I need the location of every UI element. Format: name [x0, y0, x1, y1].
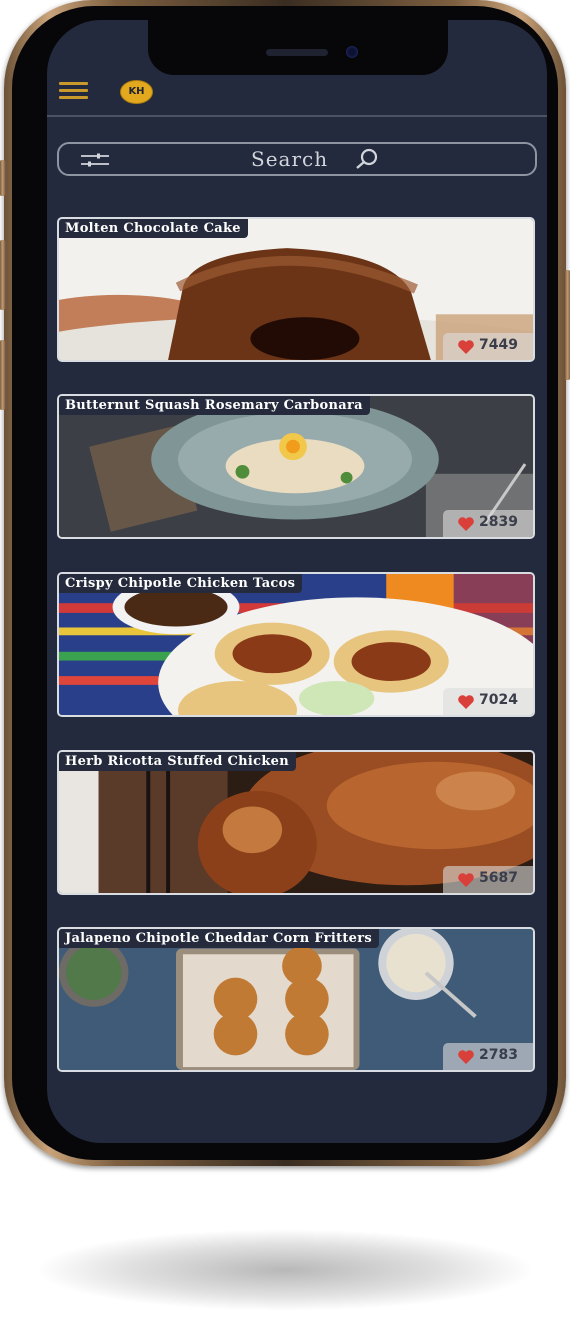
magnifier-icon[interactable] — [354, 148, 380, 170]
volume-down-button — [0, 340, 6, 410]
search-bar[interactable]: Search — [57, 142, 537, 176]
like-badge[interactable]: 2839 — [443, 510, 533, 537]
hamburger-menu-icon[interactable] — [59, 82, 88, 100]
notch — [148, 20, 448, 75]
like-count: 2783 — [479, 1047, 518, 1063]
heart-icon[interactable] — [457, 694, 475, 710]
like-badge[interactable]: 7449 — [443, 333, 533, 360]
heart-icon[interactable] — [457, 516, 475, 532]
header-divider — [47, 115, 547, 117]
recipe-card[interactable]: Crispy Chipotle Chicken Tacos 7024 — [57, 572, 535, 717]
search-label: Search — [251, 147, 329, 171]
side-button — [0, 160, 6, 196]
recipe-card[interactable]: Herb Ricotta Stuffed Chicken 5687 — [57, 750, 535, 895]
recipe-card[interactable]: Jalapeno Chipotle Cheddar Corn Fritters … — [57, 927, 535, 1072]
like-badge[interactable]: 2783 — [443, 1043, 533, 1070]
front-camera — [346, 46, 358, 58]
recipe-title: Molten Chocolate Cake — [59, 219, 248, 238]
recipe-title: Butternut Squash Rosemary Carbonara — [59, 396, 370, 415]
recipe-title: Herb Ricotta Stuffed Chicken — [59, 752, 297, 771]
heart-icon[interactable] — [457, 339, 475, 355]
power-button — [564, 270, 570, 380]
avatar[interactable]: KH — [120, 80, 153, 104]
phone-body: KH Search Molten Chocolate Cake 7449 But… — [12, 6, 558, 1160]
like-badge[interactable]: 5687 — [443, 866, 533, 893]
device-shadow — [40, 1230, 530, 1310]
heart-icon[interactable] — [457, 1049, 475, 1065]
heart-icon[interactable] — [457, 872, 475, 888]
like-count: 7024 — [479, 692, 518, 708]
recipe-card[interactable]: Butternut Squash Rosemary Carbonara 2839 — [57, 394, 535, 539]
phone-frame: KH Search Molten Chocolate Cake 7449 But… — [0, 0, 570, 1166]
volume-up-button — [0, 240, 6, 310]
like-count: 2839 — [479, 514, 518, 530]
speaker — [266, 49, 328, 56]
like-badge[interactable]: 7024 — [443, 688, 533, 715]
recipe-title: Crispy Chipotle Chicken Tacos — [59, 574, 303, 593]
like-count: 7449 — [479, 337, 518, 353]
like-count: 5687 — [479, 870, 518, 886]
recipe-card[interactable]: Molten Chocolate Cake 7449 — [57, 217, 535, 362]
app-screen: KH Search Molten Chocolate Cake 7449 But… — [47, 20, 547, 1143]
filter-sliders-icon[interactable] — [79, 152, 111, 168]
recipe-title: Jalapeno Chipotle Cheddar Corn Fritters — [59, 929, 380, 948]
